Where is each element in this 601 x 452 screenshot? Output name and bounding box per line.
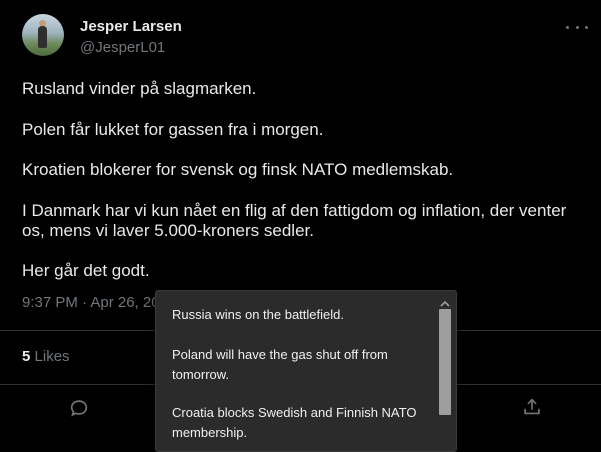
- translation-line: Poland will have the gas shut off from: [172, 347, 388, 362]
- share-icon[interactable]: [521, 396, 543, 418]
- avatar-figure: [38, 26, 47, 48]
- popup-scrollbar-thumb[interactable]: [439, 309, 451, 415]
- likes-stat[interactable]: 5 Likes: [22, 348, 70, 365]
- likes-label: Likes: [34, 348, 70, 365]
- tweet-text-line: Polen får lukket for gassen fra i morgen…: [22, 120, 324, 139]
- translation-line: tomorrow.: [172, 367, 230, 382]
- translation-line: membership.: [172, 425, 248, 440]
- likes-count: 5: [22, 348, 31, 365]
- tweet-timestamp[interactable]: 9:37 PM · Apr 26, 20: [22, 294, 160, 311]
- tweet-text-line: Kroatien blokerer for svensk og finsk NA…: [22, 160, 454, 179]
- tweet-text-line: I Danmark har vi kun nået en flig af den…: [22, 201, 567, 220]
- reply-icon[interactable]: [68, 397, 90, 419]
- translation-line: Croatia blocks Swedish and Finnish NATO: [172, 405, 417, 420]
- avatar[interactable]: [22, 14, 64, 56]
- translation-line: Russia wins on the battlefield.: [172, 307, 344, 322]
- chevron-up-icon[interactable]: [438, 296, 452, 307]
- more-dot: [575, 25, 579, 29]
- tweet-text-line: Her går det godt.: [22, 261, 150, 280]
- tweet-text-line: os, mens vi laver 5.000-kroners sedler.: [22, 221, 314, 240]
- author-handle[interactable]: @JesperL01: [80, 39, 165, 56]
- more-dot: [585, 25, 588, 29]
- more-dot: [566, 25, 569, 29]
- more-horizontal-icon[interactable]: [566, 20, 588, 34]
- author-display-name[interactable]: Jesper Larsen: [80, 18, 182, 35]
- tweet-text-line: Rusland vinder på slagmarken.: [22, 79, 257, 98]
- translation-popup[interactable]: Russia wins on the battlefield. Poland w…: [155, 290, 457, 452]
